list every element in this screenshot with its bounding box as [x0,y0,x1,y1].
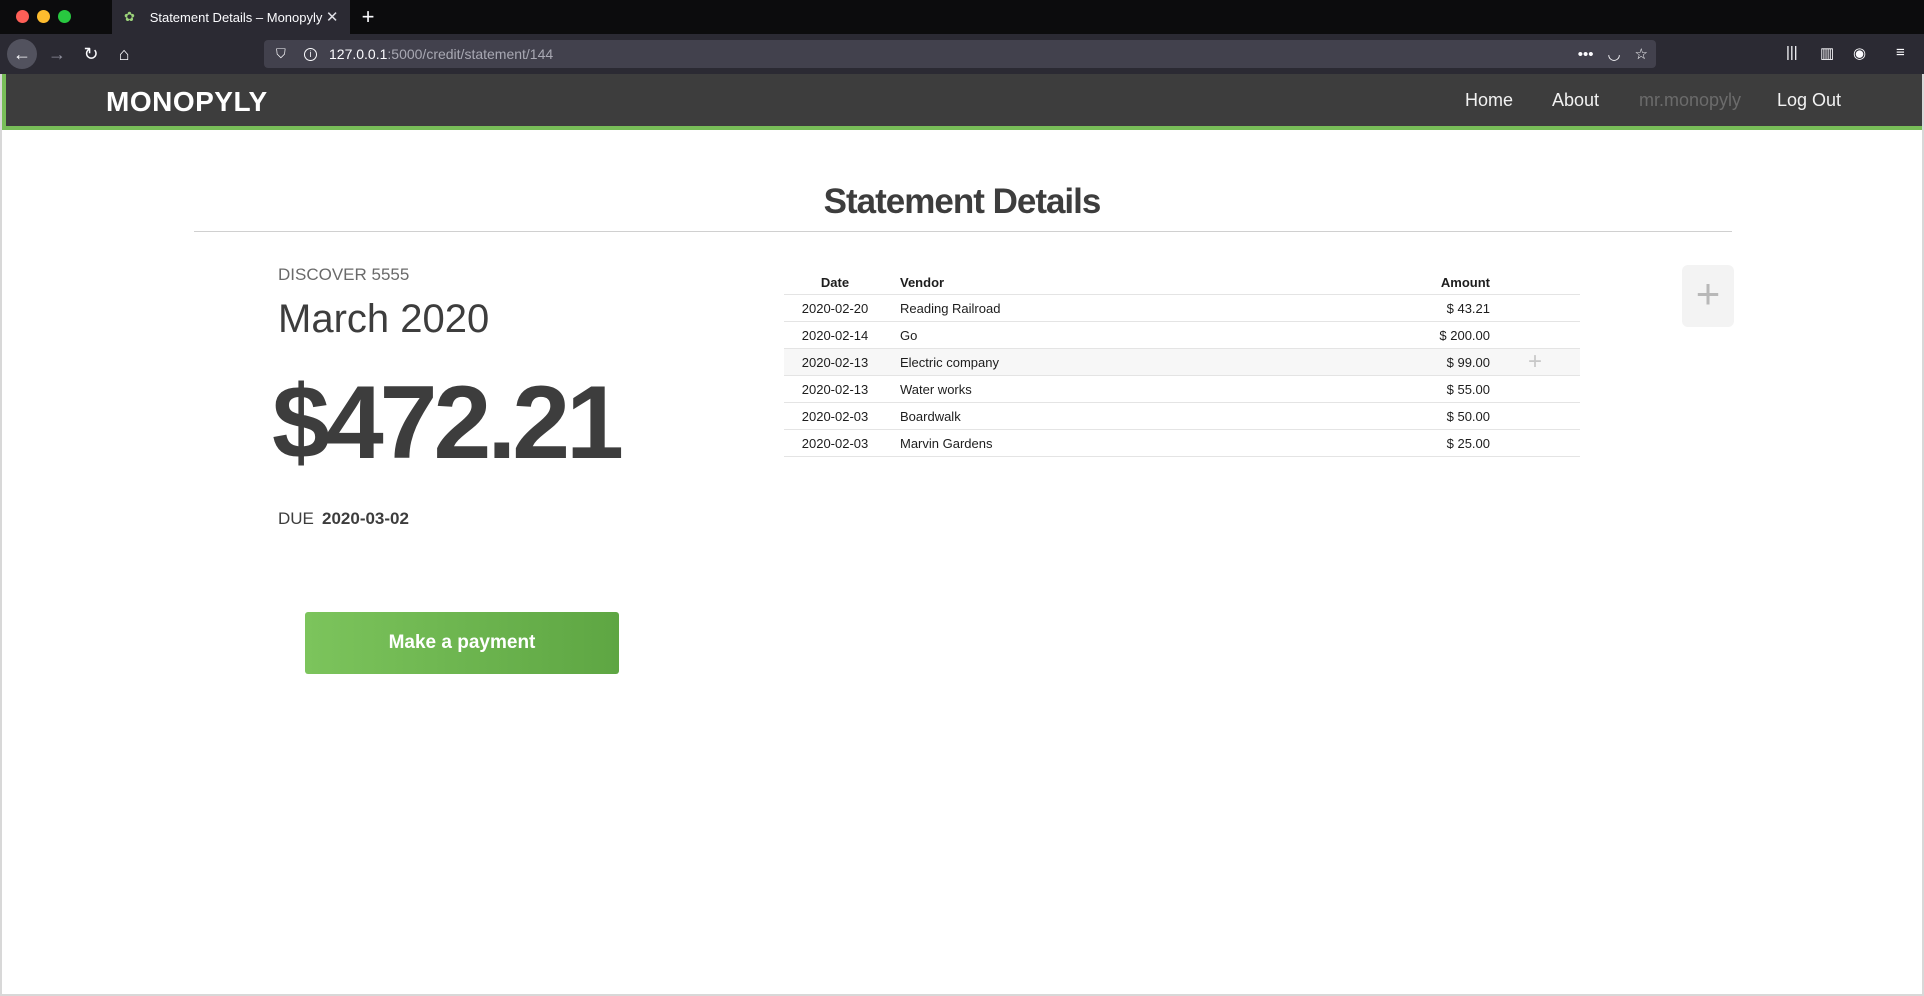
monopoly-favicon-icon: ✿ [124,9,135,24]
table-row[interactable]: 2020-02-13 Electric company $ 99.00 + [784,348,1580,376]
header-amount: Amount [1440,274,1490,290]
row-vendor: Boardwalk [900,408,961,424]
back-arrow-icon[interactable]: ← [7,39,37,69]
minimize-window-button[interactable] [37,10,50,23]
due-date: 2020-03-02 [322,509,409,528]
header-date: Date [820,274,850,290]
table-header: Date Vendor Amount [784,270,1580,295]
more-dots-icon[interactable]: ••• [1578,46,1594,63]
due-label: DUE [278,509,314,528]
row-date: 2020-02-13 [801,354,869,370]
tab-title: Statement Details – Monopyly [149,9,323,25]
table-row[interactable]: 2020-02-03 Marvin Gardens $ 25.00 [784,430,1580,457]
close-tab-icon[interactable]: ✕ [322,8,342,26]
row-date: 2020-02-03 [801,408,869,424]
hamburger-menu-icon[interactable]: ≡ [1896,44,1905,61]
table-row[interactable]: 2020-02-14 Go $ 200.00 [784,322,1580,349]
nav-home-link[interactable]: Home [1465,90,1513,111]
maximize-window-button[interactable] [58,10,71,23]
add-subtransaction-plus-icon[interactable]: + [1490,348,1580,376]
close-window-button[interactable] [16,10,29,23]
page-content: MONOPYLY Home About mr.monopyly Log Out … [2,74,1922,994]
browser-tab-strip: ✿ Statement Details – Monopyly ✕ + [0,0,1924,34]
library-icon[interactable]: ||| [1786,44,1798,61]
nav-about-link[interactable]: About [1552,90,1599,111]
bookmark-star-icon[interactable]: ☆ [1635,45,1648,63]
nav-logout-link[interactable]: Log Out [1777,90,1841,111]
row-amount: $ 50.00 [1446,408,1490,424]
row-vendor: Water works [900,381,972,397]
url-host: 127.0.0.1 [329,46,388,62]
url-actions: ••• ◡ ☆ [1578,40,1648,68]
row-date: 2020-02-20 [801,300,869,316]
header-vendor: Vendor [900,274,945,290]
info-icon[interactable]: i [304,47,317,61]
sidebar-icon[interactable]: ▥ [1820,44,1834,62]
row-date: 2020-02-14 [801,327,869,343]
title-divider [194,231,1732,232]
site-header: MONOPYLY Home About mr.monopyly Log Out [2,74,1922,130]
row-vendor: Go [900,327,918,343]
nav-user-link[interactable]: mr.monopyly [1639,90,1741,111]
account-icon[interactable]: ◉ [1853,44,1866,62]
row-amount: $ 99.00 [1446,354,1490,370]
row-amount: $ 200.00 [1439,327,1490,343]
card-name: DISCOVER 5555 [278,265,410,284]
url-bar[interactable]: ⛉ i 127.0.0.1:5000/credit/statement/144 … [264,40,1656,68]
url-text[interactable]: 127.0.0.1:5000/credit/statement/144 [329,46,553,62]
pocket-icon[interactable]: ◡ [1607,45,1620,63]
table-row[interactable]: 2020-02-13 Water works $ 55.00 [784,376,1580,403]
add-transaction-plus-icon[interactable]: + [1682,265,1734,327]
shield-icon[interactable]: ⛉ [276,46,296,62]
page-title: Statement Details [823,182,1102,221]
row-date: 2020-02-13 [801,381,869,397]
forward-arrow-icon[interactable]: → [42,39,72,69]
statement-month: March 2020 [278,297,490,341]
browser-tab-active[interactable]: ✿ Statement Details – Monopyly ✕ [112,0,350,34]
site-logo[interactable]: MONOPYLY [106,86,268,118]
row-amount: $ 25.00 [1446,435,1490,451]
row-vendor: Marvin Gardens [900,435,993,451]
new-tab-button[interactable]: + [354,3,382,31]
row-amount: $ 43.21 [1446,300,1490,316]
transactions-table: Date Vendor Amount 2020-02-20 Reading Ra… [784,270,1580,457]
make-payment-button[interactable]: Make a payment [305,612,619,674]
row-vendor: Reading Railroad [900,300,1001,316]
url-path: :5000/credit/statement/144 [387,46,554,62]
browser-toolbar: ← → ↻ ⌂ ⛉ i 127.0.0.1:5000/credit/statem… [0,34,1924,74]
row-vendor: Electric company [900,354,999,370]
reload-icon[interactable]: ↻ [76,39,106,69]
table-row[interactable]: 2020-02-20 Reading Railroad $ 43.21 [784,295,1580,322]
statement-balance: $472.21 [272,365,624,481]
row-amount: $ 55.00 [1446,381,1490,397]
home-icon[interactable]: ⌂ [109,39,139,69]
table-row[interactable]: 2020-02-03 Boardwalk $ 50.00 [784,403,1580,430]
row-date: 2020-02-03 [801,435,869,451]
